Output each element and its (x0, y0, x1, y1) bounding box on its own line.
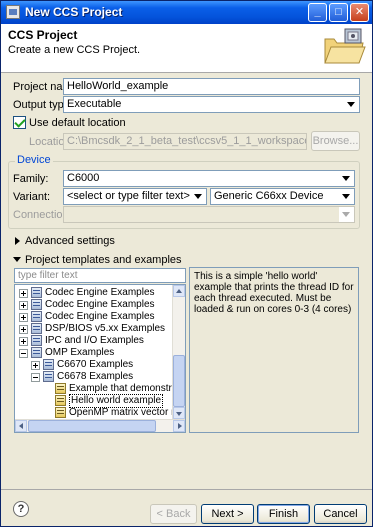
family-select[interactable]: C6000 (63, 170, 355, 187)
folder-icon (31, 335, 42, 346)
template-description: This is a simple 'hello world' example t… (194, 271, 354, 315)
chevron-down-icon (339, 171, 354, 186)
wizard-content: Project name: HelloWorld_example Output … (1, 74, 372, 489)
expand-plus-icon[interactable] (31, 361, 40, 370)
window-app-icon (6, 5, 20, 19)
scroll-down-icon[interactable] (173, 407, 185, 419)
use-default-location-checkbox[interactable] (13, 116, 26, 129)
new-ccs-project-dialog: New CCS Project _ □ ✕ CCS Project Create… (0, 0, 373, 527)
templates-tree[interactable]: Codec Engine Examples Codec Engine Exampl… (14, 284, 186, 433)
tree-vertical-scrollbar[interactable] (172, 285, 185, 420)
folder-icon (31, 299, 42, 310)
chevron-down-icon (339, 189, 354, 204)
browse-button[interactable]: Browse... (311, 131, 360, 151)
folder-icon (43, 359, 54, 370)
wizard-header: CCS Project Create a new CCS Project. (1, 24, 372, 73)
folder-icon (31, 311, 42, 322)
expand-plus-icon[interactable] (19, 337, 28, 346)
connection-select[interactable] (63, 206, 355, 223)
family-value: C6000 (67, 172, 100, 184)
output-type-select[interactable]: Executable (63, 96, 360, 113)
expand-right-icon[interactable] (15, 237, 20, 245)
finish-button[interactable]: Finish (257, 504, 310, 524)
chevron-down-icon (339, 207, 354, 222)
tree-item[interactable]: DSP/BIOS v5.xx Examples (15, 323, 173, 335)
minimize-button[interactable]: _ (308, 3, 327, 22)
tree-item-label: OpenMP matrix vector multiplic (69, 407, 185, 418)
wizard-footer: ? < Back Next > Finish Cancel (1, 489, 372, 526)
help-icon[interactable]: ? (13, 501, 29, 517)
tree-item-label: C6670 Examples (57, 359, 134, 370)
expand-plus-icon[interactable] (19, 289, 28, 298)
scroll-up-icon[interactable] (173, 285, 185, 297)
location-input[interactable]: C:\Bmcsdk_2_1_beta_test\ccsv5_1_1_worksp… (63, 133, 307, 150)
tree-item[interactable]: OpenMP matrix vector multiplic (15, 407, 185, 419)
expand-down-icon[interactable] (13, 257, 21, 262)
advanced-settings-toggle[interactable]: Advanced settings (25, 235, 115, 247)
tree-item[interactable]: Hello world example (15, 394, 173, 408)
project-name-input[interactable]: HelloWorld_example (63, 78, 360, 95)
device-group-title: Device (15, 154, 53, 166)
variant-filter-select[interactable]: <select or type filter text> (63, 188, 207, 205)
tree-item[interactable]: C6678 Examples (15, 371, 173, 383)
tree-item-label: IPC and I/O Examples (45, 335, 144, 346)
tree-item-label: Codec Engine Examples (45, 287, 155, 298)
variant-select[interactable]: Generic C66xx Device (210, 188, 355, 205)
use-default-location-label: Use default location (29, 117, 126, 129)
variant-label: Variant: (13, 191, 51, 203)
page-subtitle: Create a new CCS Project. (8, 44, 141, 56)
tree-item-label: C6678 Examples (57, 371, 134, 382)
cancel-button[interactable]: Cancel (314, 504, 367, 524)
maximize-button[interactable]: □ (329, 3, 348, 22)
templates-section-toggle[interactable]: Project templates and examples (25, 254, 182, 266)
family-label: Family: (13, 173, 49, 185)
window-title: New CCS Project (25, 5, 123, 19)
tree-item-label: OMP Examples (45, 347, 115, 358)
tree-horizontal-scrollbar[interactable] (15, 419, 185, 432)
title-bar[interactable]: New CCS Project _ □ ✕ (1, 1, 372, 24)
chevron-down-icon (344, 97, 359, 112)
expand-plus-icon[interactable] (19, 313, 28, 322)
variant-filter-value: <select or type filter text> (67, 190, 190, 202)
collapse-minus-icon[interactable] (31, 373, 40, 382)
chevron-down-icon (191, 189, 206, 204)
folder-icon (31, 347, 42, 358)
scroll-thumb[interactable] (173, 355, 185, 407)
project-icon (55, 395, 66, 406)
tree-item[interactable]: IPC and I/O Examples (15, 335, 173, 347)
next-button[interactable]: Next > (201, 504, 254, 524)
expand-plus-icon[interactable] (19, 325, 28, 334)
project-icon (55, 407, 66, 418)
tree-item-label: Codec Engine Examples (45, 299, 155, 310)
folder-icon (43, 371, 54, 382)
back-button[interactable]: < Back (150, 504, 197, 524)
folder-icon (31, 323, 42, 334)
tree-item-label: DSP/BIOS v5.xx Examples (45, 323, 166, 334)
tree-item-label: Hello world example (69, 394, 164, 408)
folder-icon (31, 287, 42, 298)
template-description-panel: This is a simple 'hello world' example t… (189, 267, 359, 433)
project-icon (55, 383, 66, 394)
tree-item[interactable]: Codec Engine Examples (15, 287, 173, 299)
horizontal-scroll-thumb[interactable] (28, 420, 156, 432)
page-title: CCS Project (8, 28, 78, 42)
collapse-minus-icon[interactable] (19, 349, 28, 358)
close-button[interactable]: ✕ (350, 3, 369, 22)
variant-value: Generic C66xx Device (214, 190, 324, 202)
expand-plus-icon[interactable] (19, 301, 28, 310)
scroll-left-icon[interactable] (15, 420, 27, 432)
new-project-folder-icon (324, 28, 366, 64)
template-filter-input[interactable]: type filter text (14, 268, 186, 283)
tree-item[interactable]: C6670 Examples (15, 359, 173, 371)
scroll-right-icon[interactable] (173, 420, 185, 432)
tree-item[interactable]: Codec Engine Examples (15, 299, 173, 311)
tree-item[interactable]: Codec Engine Examples (15, 311, 173, 323)
output-type-value: Executable (67, 98, 122, 110)
tree-item-label: Codec Engine Examples (45, 311, 155, 322)
tree-item[interactable]: OMP Examples (15, 347, 173, 359)
